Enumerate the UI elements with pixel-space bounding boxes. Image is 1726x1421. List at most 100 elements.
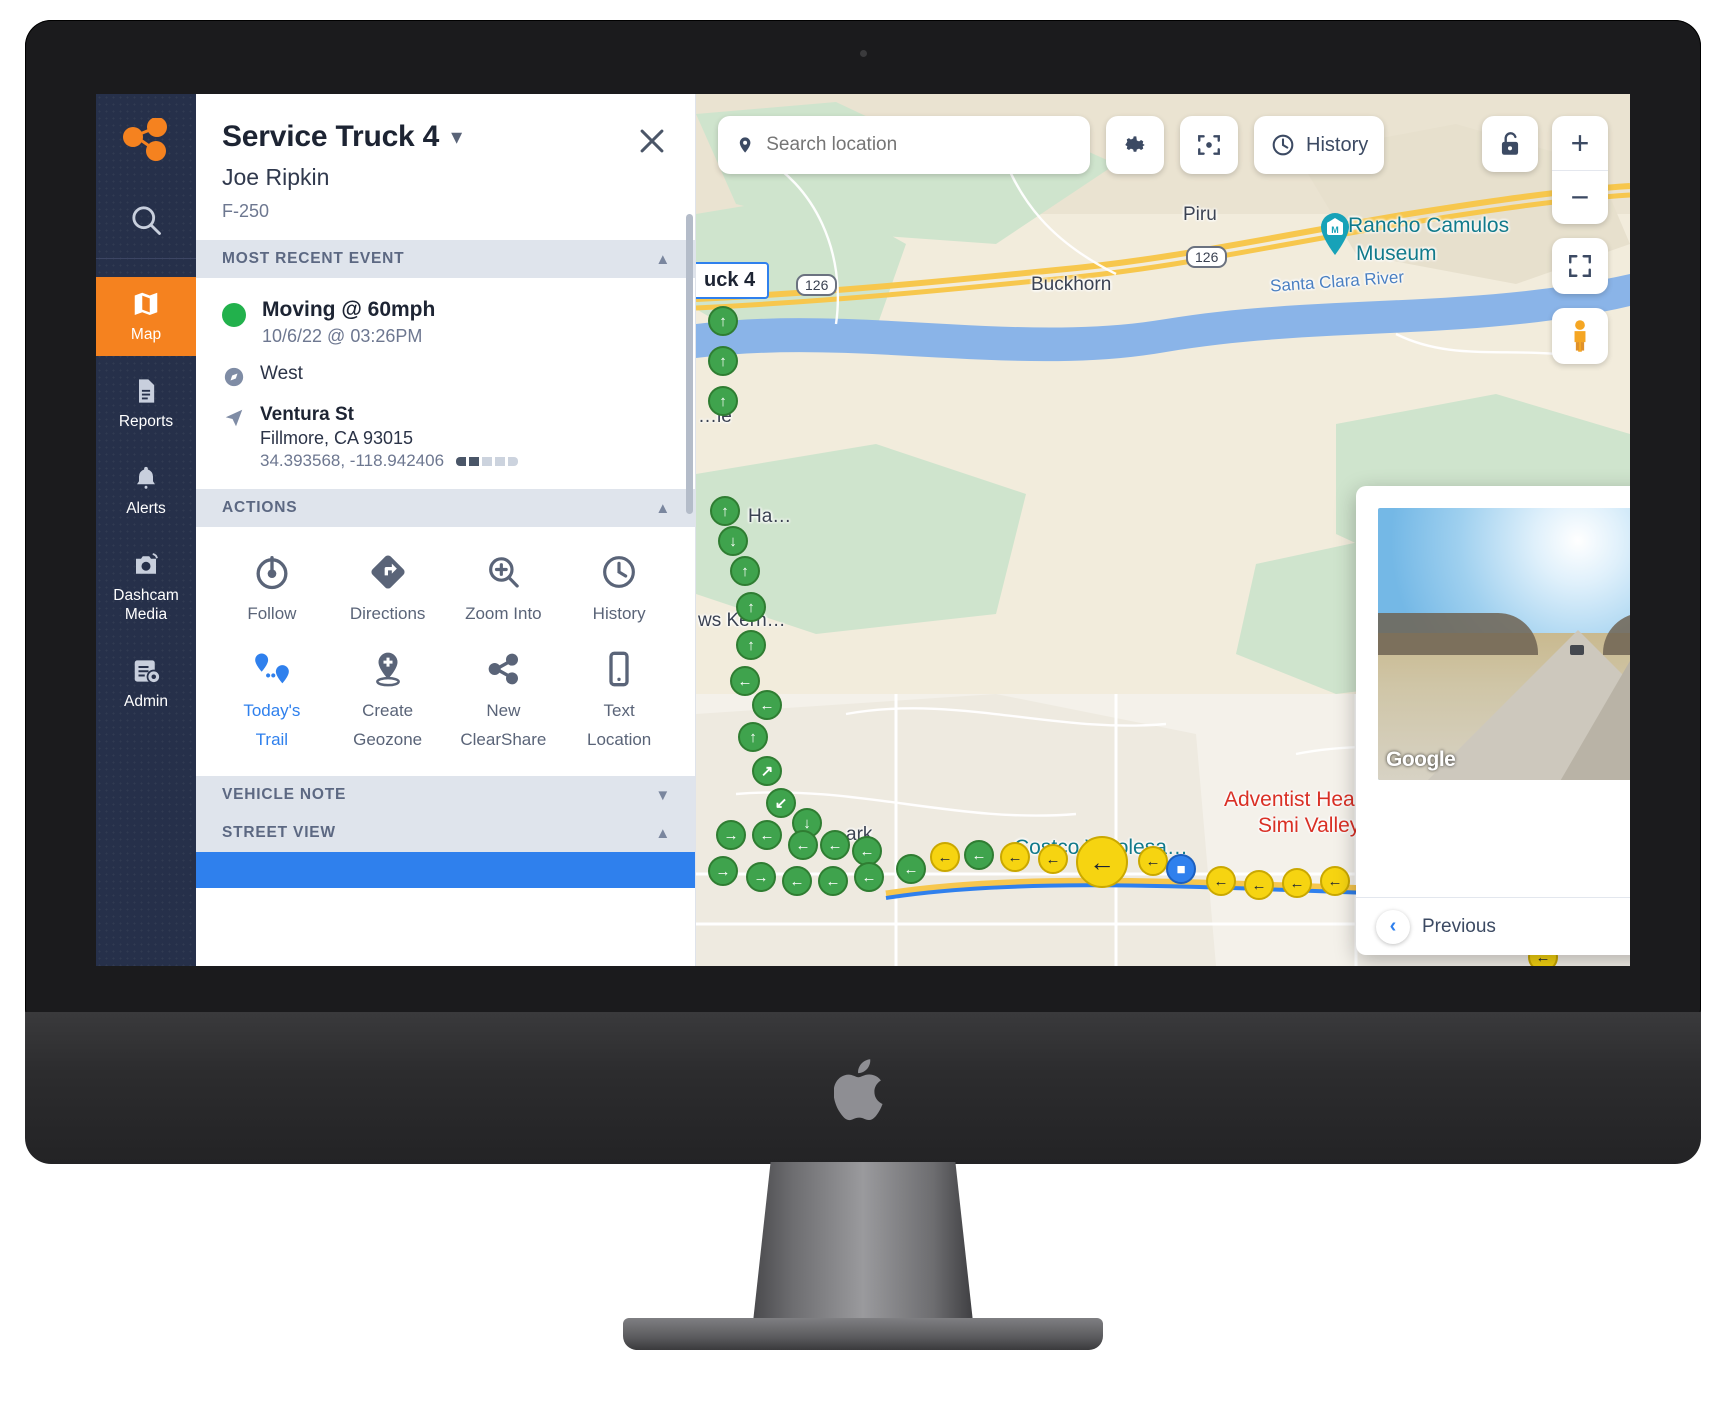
sidebar-item-map[interactable]: Map	[96, 277, 196, 356]
compass-icon	[222, 363, 246, 388]
action-new-clearshare[interactable]: New ClearShare	[446, 646, 562, 750]
route-shield: 126	[796, 274, 838, 296]
sidebar-item-admin[interactable]: Admin	[96, 644, 196, 723]
vehicle-name: Service Truck 4	[222, 120, 440, 153]
map-toolbar: History	[718, 116, 1608, 174]
trail-marker-speeding[interactable]: ←	[1038, 844, 1068, 874]
action-label-line2: Geozone	[353, 730, 423, 749]
map-history-button[interactable]: History	[1254, 116, 1385, 174]
vehicle-title[interactable]: Service Truck 4 ▾	[222, 120, 462, 154]
sidebar-item-dashcam-media[interactable]: Dashcam Media	[96, 538, 196, 636]
fullscreen-icon	[1569, 255, 1591, 277]
mobile-phone-icon	[561, 646, 677, 692]
trail-marker[interactable]: ↑	[708, 346, 738, 376]
trail-marker[interactable]: →	[708, 856, 738, 886]
trail-marker[interactable]: ↑	[708, 386, 738, 416]
trail-marker[interactable]: ←	[752, 690, 782, 720]
trail-marker[interactable]: →	[746, 862, 776, 892]
search-location-box[interactable]	[718, 116, 1090, 174]
trail-marker[interactable]: ←	[730, 666, 760, 696]
trail-marker[interactable]: ↗	[752, 756, 782, 786]
trail-marker-speeding[interactable]: ←	[1000, 842, 1030, 872]
section-header-street-view[interactable]: STREET VIEW ▲	[196, 814, 695, 852]
chevron-up-icon[interactable]: ▲	[655, 500, 671, 517]
action-follow[interactable]: Follow	[214, 549, 330, 624]
zoom-out-button[interactable]: −	[1552, 170, 1608, 224]
trail-marker[interactable]: ↑	[738, 722, 768, 752]
trail-marker[interactable]: ↑	[708, 306, 738, 336]
map-canvas[interactable]: Piru Buckhorn Rancho Camulos Museum Sant…	[696, 94, 1630, 966]
document-icon	[139, 379, 155, 403]
zoom-in-button[interactable]: +	[1552, 116, 1608, 170]
popup-previous-button[interactable]: ‹ Previous	[1376, 909, 1496, 944]
street-view-pegman-icon	[1574, 320, 1586, 352]
trail-marker-speeding[interactable]: ←	[1206, 866, 1236, 896]
street-view-preview[interactable]	[196, 852, 695, 888]
action-create-geozone[interactable]: Create Geozone	[330, 646, 446, 750]
map-lock-button[interactable]	[1482, 116, 1538, 172]
trail-marker[interactable]: ↓	[718, 526, 748, 556]
vehicle-map-tag[interactable]: uck 4	[696, 262, 770, 299]
trail-marker[interactable]: ←	[818, 866, 848, 896]
panel-header: Service Truck 4 ▾ Joe Ripkin F-250	[196, 94, 695, 240]
action-todays-trail[interactable]: Today's Trail	[214, 646, 330, 750]
app-logo[interactable]	[119, 116, 173, 170]
close-icon	[640, 129, 664, 153]
sidebar-item-reports[interactable]: Reports	[96, 364, 196, 443]
event-heading: West	[260, 363, 303, 384]
event-coordinates-row: 34.393568, -118.942406	[260, 451, 519, 471]
close-panel-button[interactable]	[635, 124, 669, 158]
trail-marker[interactable]: ↑	[736, 630, 766, 660]
webcam-icon	[859, 50, 867, 57]
trail-marker[interactable]: ←	[820, 830, 850, 860]
section-header-most-recent-event[interactable]: MOST RECENT EVENT ▲	[196, 240, 695, 278]
trail-marker-stop[interactable]: ■	[1166, 854, 1196, 884]
trail-marker[interactable]: ↑	[730, 556, 760, 586]
most-recent-event-block: Moving @ 60mph 10/6/22 @ 03:26PM West Ve…	[196, 278, 695, 489]
map-zoom-controls: + −	[1552, 116, 1608, 224]
trail-marker-selected[interactable]: ←	[1076, 836, 1128, 888]
camera-icon	[136, 553, 158, 574]
trail-marker-speeding[interactable]: ←	[1244, 870, 1274, 900]
street-view-thumbnail[interactable]: Google © Google	[1378, 508, 1630, 780]
trail-marker[interactable]: ←	[782, 866, 812, 896]
action-text-location[interactable]: Text Location	[561, 646, 677, 750]
map-focus-button[interactable]	[1180, 116, 1238, 174]
trail-marker[interactable]: ←	[964, 840, 994, 870]
trail-marker[interactable]: ↙	[766, 788, 796, 818]
panel-scrollbar[interactable]	[686, 214, 693, 514]
action-zoom-into[interactable]: Zoom Into	[446, 549, 562, 624]
section-header-vehicle-note[interactable]: VEHICLE NOTE ▼	[196, 776, 695, 814]
action-label: Follow	[247, 604, 297, 623]
event-status-row: Moving @ 60mph 10/6/22 @ 03:26PM	[222, 298, 671, 347]
trail-marker[interactable]: ←	[896, 854, 926, 884]
section-header-actions[interactable]: ACTIONS ▲	[196, 489, 695, 527]
sidebar-search-button[interactable]	[96, 190, 196, 250]
action-directions[interactable]: Directions	[330, 549, 446, 624]
trail-marker[interactable]: ←	[854, 862, 884, 892]
search-input[interactable]	[766, 134, 1072, 156]
trail-marker[interactable]: ↑	[710, 496, 740, 526]
trail-marker[interactable]: →	[716, 820, 746, 850]
map-pin-icon	[739, 137, 751, 153]
museum-poi-pin-icon: M	[1318, 212, 1352, 256]
chevron-down-icon[interactable]: ▾	[451, 124, 462, 150]
action-history[interactable]: History	[561, 549, 677, 624]
chevron-down-icon[interactable]: ▼	[655, 787, 671, 804]
map-fullscreen-button[interactable]	[1552, 238, 1608, 294]
map-settings-button[interactable]	[1106, 116, 1164, 174]
action-label-line1: Create	[362, 701, 414, 720]
trail-marker[interactable]: ←	[752, 820, 782, 850]
sidebar-item-alerts[interactable]: Alerts	[96, 451, 196, 530]
map-history-label: History	[1306, 133, 1369, 156]
google-watermark: Google	[1386, 748, 1456, 771]
street-view-pegman-button[interactable]	[1552, 308, 1608, 364]
trail-marker-speeding[interactable]: ←	[1282, 868, 1312, 898]
trail-marker-speeding[interactable]: ←	[930, 842, 960, 872]
chevron-up-icon[interactable]: ▲	[655, 251, 671, 268]
trail-marker-speeding[interactable]: ←	[1320, 866, 1350, 896]
trail-marker-speeding[interactable]: ←	[1138, 846, 1168, 876]
trail-marker[interactable]: ↑	[736, 592, 766, 622]
trail-marker[interactable]: ←	[788, 830, 818, 860]
chevron-up-icon[interactable]: ▲	[655, 825, 671, 842]
